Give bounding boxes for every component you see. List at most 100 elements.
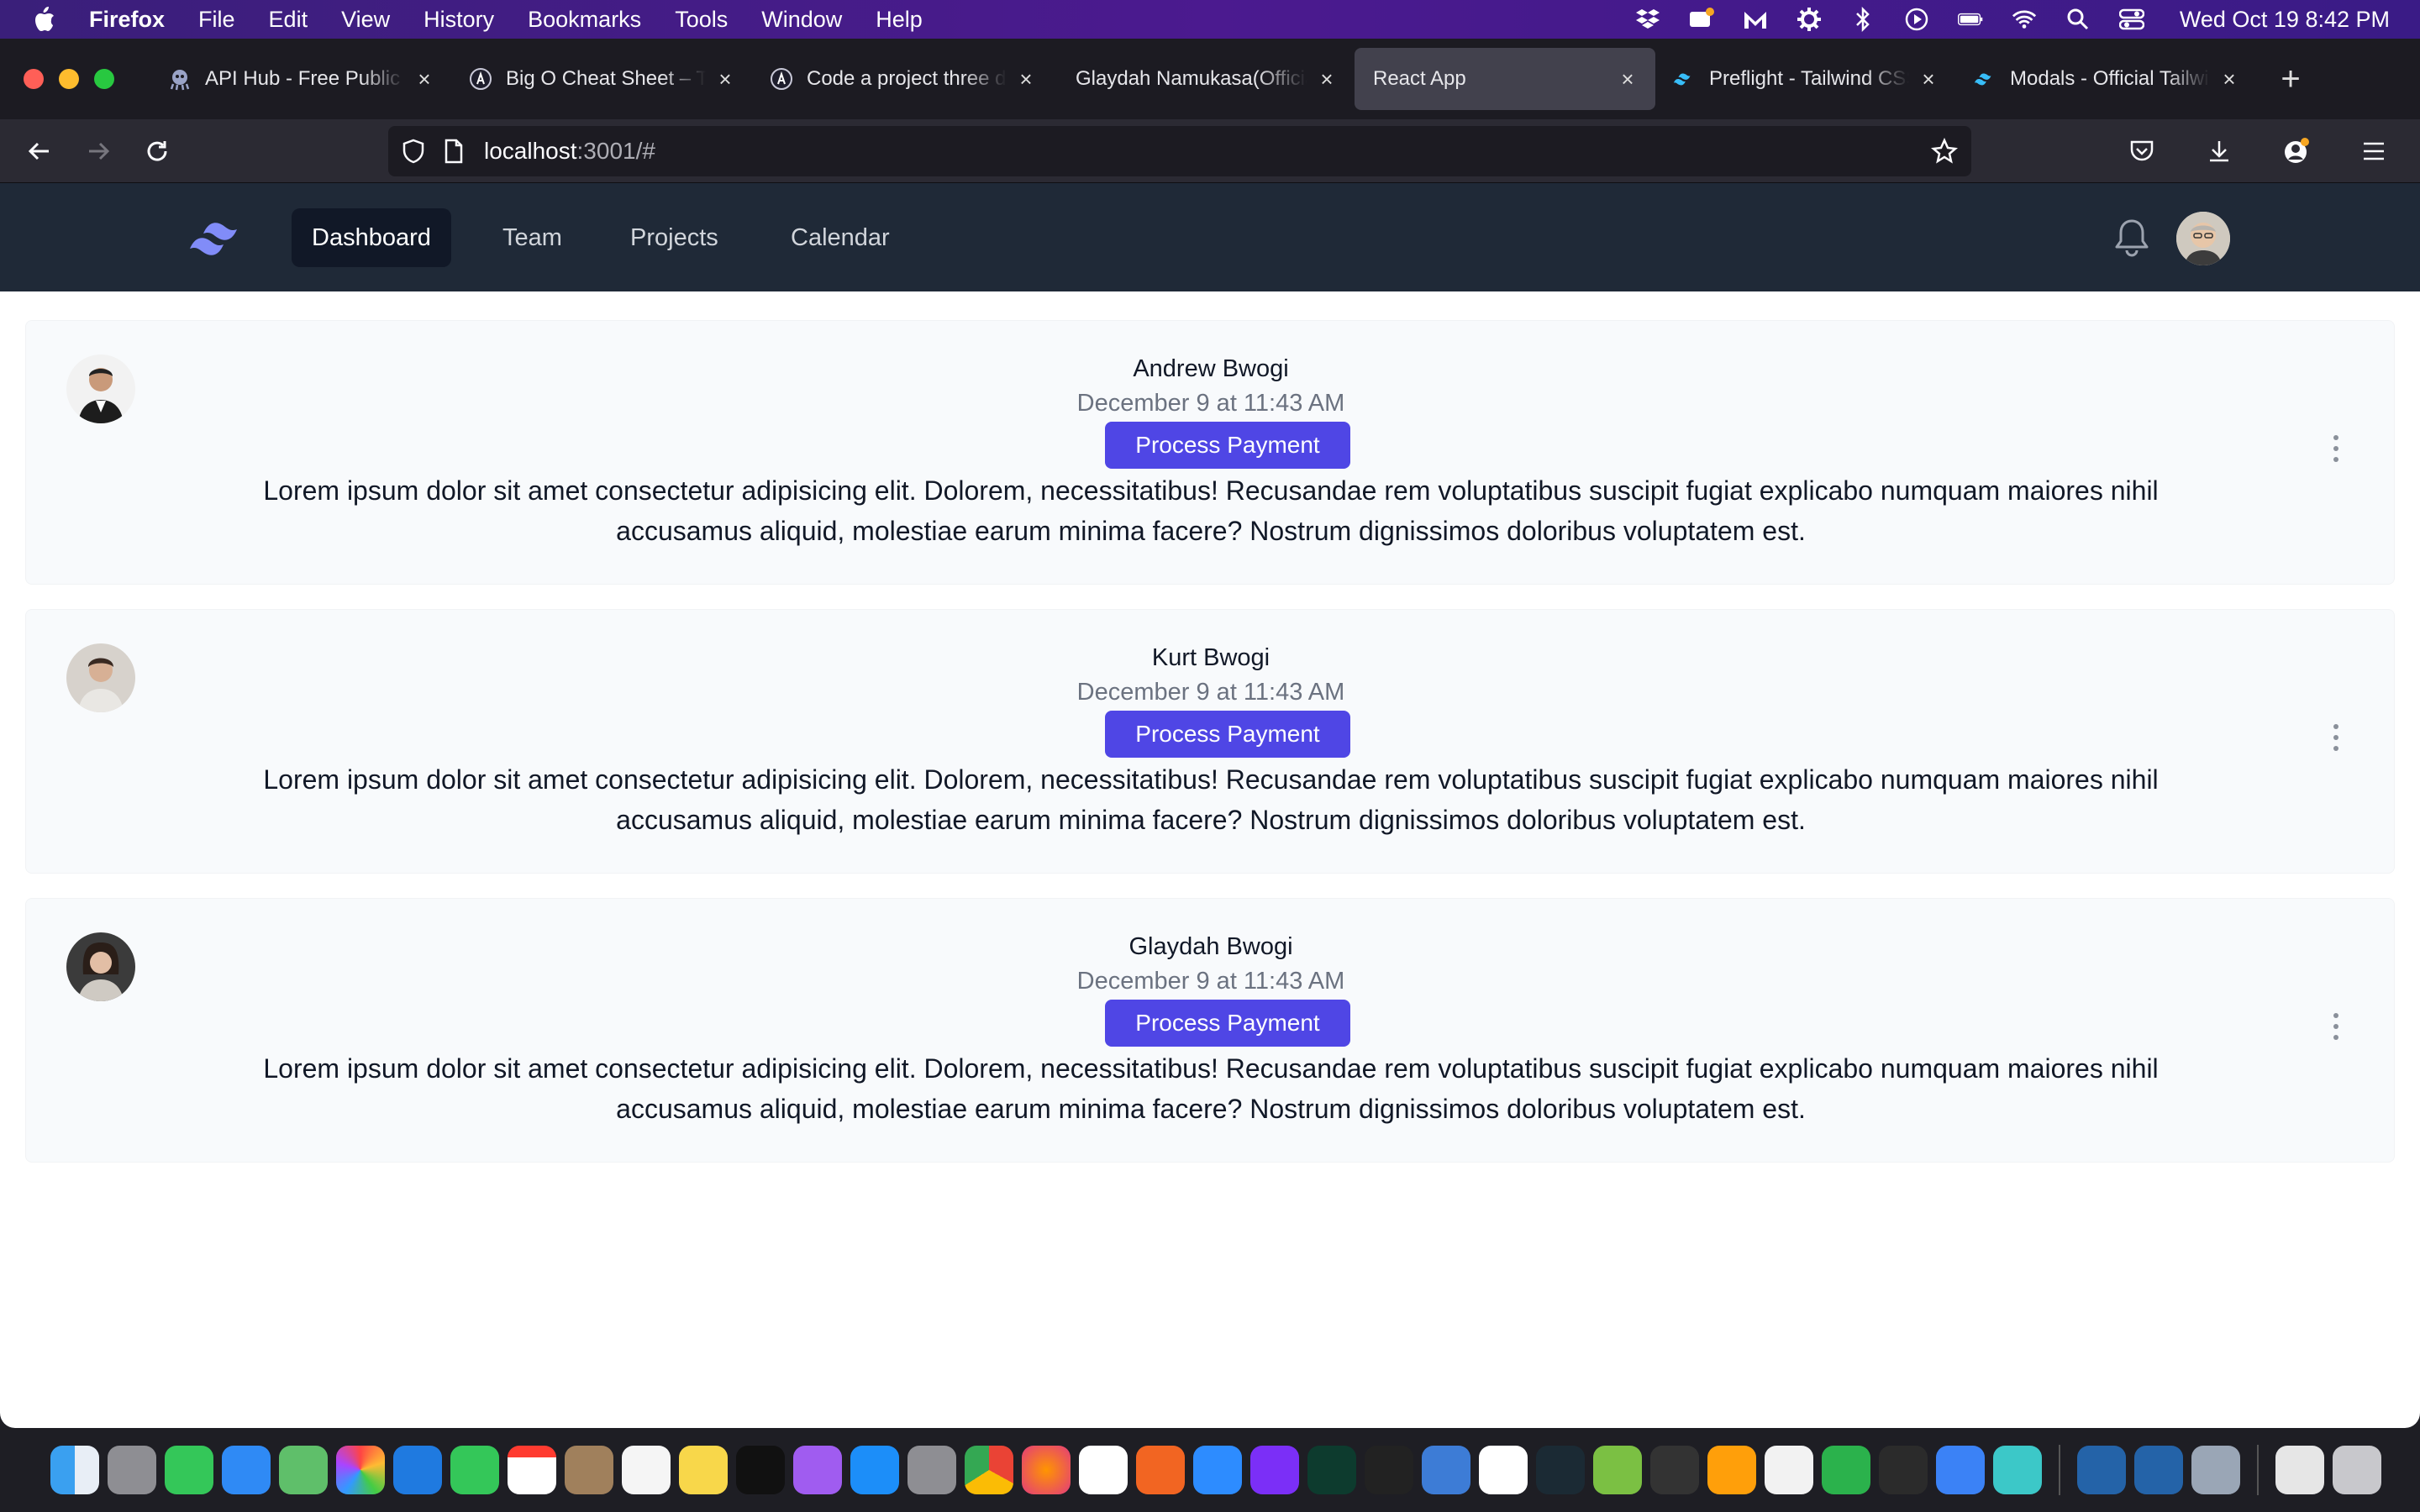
nav-projects[interactable]: Projects [610,208,739,267]
tab-api-hub[interactable]: API Hub - Free Public & Open × [151,48,452,110]
podcasts-icon[interactable] [793,1446,842,1494]
apple-icon[interactable] [32,6,55,33]
spotlight-icon[interactable] [2065,7,2091,32]
editor-icon[interactable] [1307,1446,1356,1494]
bluetooth-icon[interactable] [1850,7,1876,32]
process-payment-button[interactable]: Process Payment [1105,422,1350,469]
facetime-icon[interactable] [450,1446,499,1494]
close-tab-icon[interactable]: × [714,66,736,92]
textedit-icon[interactable] [1765,1446,1813,1494]
reload-button[interactable] [128,126,187,176]
tab-preflight-tailwind[interactable]: Preflight - Tailwind CSS × [1655,48,1956,110]
more-options-icon[interactable] [2325,1010,2347,1043]
dropbox-icon[interactable] [1635,7,1660,32]
apple-tv-icon[interactable] [736,1446,785,1494]
menu-edit[interactable]: Edit [269,7,308,33]
app-store-icon[interactable] [850,1446,899,1494]
calendar-icon[interactable] [508,1446,556,1494]
bookmark-star-icon[interactable] [1931,137,1958,171]
terminal-icon[interactable] [1365,1446,1413,1494]
tab-modals-tailwind[interactable]: Modals - Official Tailwind × [1956,48,2257,110]
tailwind-logo-icon[interactable] [187,213,250,264]
hamburger-menu-icon[interactable] [2344,126,2403,176]
trash-icon[interactable] [2333,1446,2381,1494]
menu-help[interactable]: Help [876,7,923,33]
notification-icon[interactable] [1689,7,1714,32]
menu-window[interactable]: Window [761,7,842,33]
chatgpt-icon[interactable] [1993,1446,2042,1494]
launchpad-icon[interactable] [108,1446,156,1494]
tab-react-app[interactable]: React App × [1355,48,1655,110]
screen-recorder-icon[interactable] [1250,1446,1299,1494]
downloads-icon[interactable] [2190,126,2249,176]
contacts-icon[interactable] [565,1446,613,1494]
process-payment-button[interactable]: Process Payment [1105,1000,1350,1047]
gear-icon[interactable] [1797,7,1822,32]
tab-big-o-cheat-sheet[interactable]: Big O Cheat Sheet – Time × [452,48,753,110]
zoom-window-button[interactable] [94,69,114,89]
notes-green-icon[interactable] [1593,1446,1642,1494]
activity-monitor-icon[interactable] [1879,1446,1928,1494]
close-tab-icon[interactable]: × [1617,66,1639,92]
maps-icon[interactable] [279,1446,328,1494]
close-tab-icon[interactable]: × [1015,66,1037,92]
close-tab-icon[interactable]: × [1316,66,1338,92]
reminders-icon[interactable] [622,1446,671,1494]
menu-history[interactable]: History [424,7,494,33]
more-options-icon[interactable] [2325,721,2347,754]
slack-icon[interactable] [1079,1446,1128,1494]
wifi-icon[interactable] [2012,7,2037,32]
numbers-icon[interactable] [1822,1446,1870,1494]
vscode-icon[interactable] [1936,1446,1985,1494]
system-preferences-icon[interactable] [908,1446,956,1494]
vscode-window-icon[interactable] [2077,1446,2126,1494]
xcode-icon[interactable] [1422,1446,1470,1494]
close-tab-icon[interactable]: × [413,66,435,92]
forward-button[interactable] [69,126,128,176]
menu-bookmarks[interactable]: Bookmarks [528,7,641,33]
menu-view[interactable]: View [341,7,390,33]
lab-icon[interactable] [1536,1446,1585,1494]
account-icon[interactable] [2267,126,2326,176]
photos-icon[interactable] [336,1446,385,1494]
new-tab-button[interactable]: + [2265,54,2316,104]
zoom-icon[interactable] [1193,1446,1242,1494]
nav-calendar[interactable]: Calendar [771,208,910,267]
messages-icon[interactable] [165,1446,213,1494]
finder-icon[interactable] [50,1446,99,1494]
obs-icon[interactable] [1650,1446,1699,1494]
vscode-window-icon[interactable] [2134,1446,2183,1494]
process-payment-button[interactable]: Process Payment [1105,711,1350,758]
downloads-stack-icon[interactable] [2275,1446,2324,1494]
minimize-window-button[interactable] [59,69,79,89]
word-icon[interactable] [1479,1446,1528,1494]
chrome-icon[interactable] [965,1446,1013,1494]
pages-icon[interactable] [1707,1446,1756,1494]
more-options-icon[interactable] [2325,432,2347,465]
close-tab-icon[interactable]: × [2218,66,2240,92]
tab-code-a-project[interactable]: Code a project three different × [753,48,1054,110]
play-icon[interactable] [1904,7,1929,32]
bell-icon[interactable] [2113,217,2150,259]
menubar-clock[interactable]: Wed Oct 19 8:42 PM [2180,7,2390,33]
page-icon[interactable] [444,139,464,164]
url-bar[interactable]: localhost:3001/# [388,126,1971,176]
safari-icon[interactable] [393,1446,442,1494]
menu-app-firefox[interactable]: Firefox [89,7,165,33]
pocket-icon[interactable] [2112,126,2171,176]
close-tab-icon[interactable]: × [1918,66,1939,92]
notes-icon[interactable] [679,1446,728,1494]
tab-glaydah-namukasa[interactable]: Glaydah Namukasa(Official × [1054,48,1355,110]
user-avatar[interactable] [2176,212,2230,265]
malwarebytes-icon[interactable] [1743,7,1768,32]
control-center-icon[interactable] [2118,7,2144,32]
mail-icon[interactable] [222,1446,271,1494]
menu-file[interactable]: File [198,7,235,33]
firefox-icon[interactable] [1022,1446,1071,1494]
nav-team[interactable]: Team [482,208,582,267]
sketch-icon[interactable] [1136,1446,1185,1494]
back-button[interactable] [10,126,69,176]
menu-tools[interactable]: Tools [675,7,728,33]
shield-icon[interactable] [402,139,425,164]
preview-window-icon[interactable] [2191,1446,2240,1494]
